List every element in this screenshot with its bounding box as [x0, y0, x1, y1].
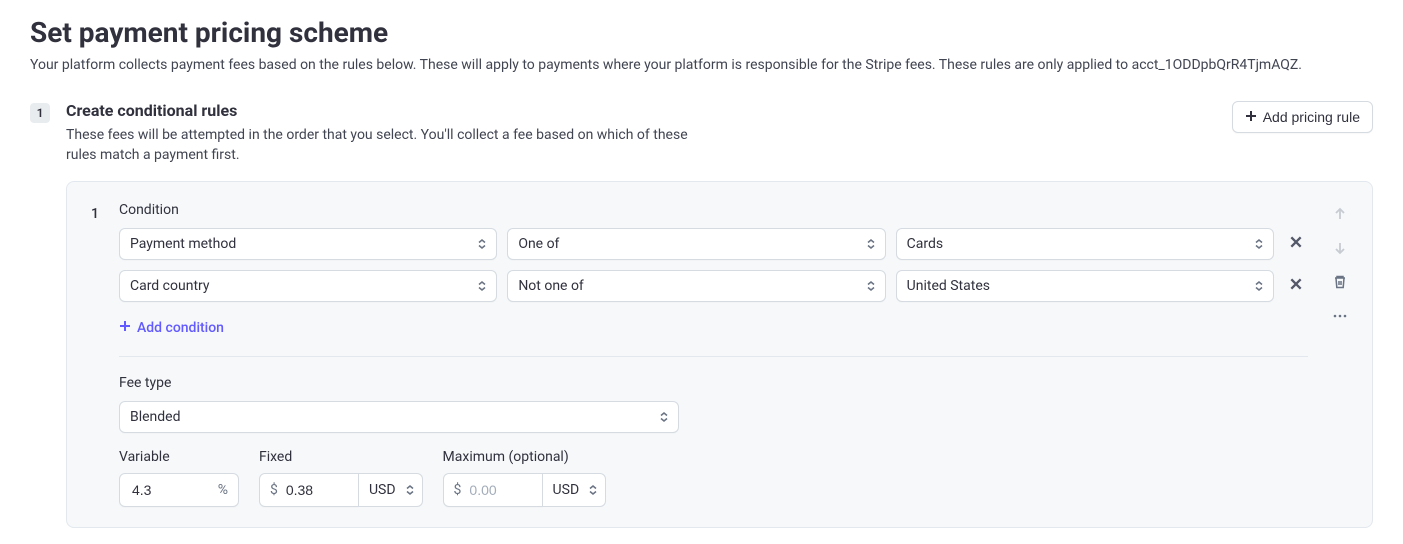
chevron-updown-icon	[865, 280, 877, 292]
condition-value-value: United States	[907, 278, 990, 294]
condition-row: Payment method One of Cards	[119, 228, 1308, 260]
more-horizontal-icon	[1332, 308, 1348, 328]
add-condition-label: Add condition	[137, 320, 224, 336]
remove-condition-button[interactable]	[1284, 274, 1308, 298]
fixed-label: Fixed	[259, 449, 423, 465]
fixed-input[interactable]: $	[259, 473, 359, 507]
trash-icon	[1332, 274, 1348, 294]
condition-row: Card country Not one of United States	[119, 270, 1308, 302]
percent-unit: %	[218, 482, 228, 498]
fixed-currency-select[interactable]: USD	[359, 473, 423, 507]
remove-condition-button[interactable]	[1284, 232, 1308, 256]
condition-operator-select[interactable]: One of	[507, 228, 885, 260]
fixed-value[interactable]	[284, 481, 348, 499]
maximum-value[interactable]	[467, 481, 531, 499]
fee-type-label: Fee type	[119, 375, 1308, 391]
maximum-currency-value: USD	[553, 482, 580, 498]
plus-icon	[1245, 109, 1257, 125]
condition-attribute-select[interactable]: Payment method	[119, 228, 497, 260]
variable-label: Variable	[119, 449, 239, 465]
delete-rule-button[interactable]	[1328, 272, 1352, 296]
step-number-badge: 1	[30, 103, 50, 123]
chevron-updown-icon	[865, 238, 877, 250]
condition-value-select[interactable]: Cards	[896, 228, 1274, 260]
rule-more-button[interactable]	[1328, 306, 1352, 330]
chevron-updown-icon	[476, 280, 488, 292]
fee-type-select[interactable]: Blended	[119, 401, 679, 433]
chevron-updown-icon	[1253, 280, 1265, 292]
plus-icon	[119, 320, 131, 336]
condition-operator-value: One of	[518, 236, 559, 252]
maximum-currency-select[interactable]: USD	[543, 473, 607, 507]
add-condition-button[interactable]: Add condition	[119, 316, 224, 340]
dollar-prefix: $	[270, 482, 278, 498]
fixed-currency-value: USD	[369, 482, 396, 498]
chevron-updown-icon	[587, 484, 599, 496]
close-icon	[1289, 235, 1303, 253]
condition-operator-select[interactable]: Not one of	[507, 270, 885, 302]
chevron-updown-icon	[404, 484, 416, 496]
variable-value[interactable]	[130, 481, 212, 499]
condition-value-select[interactable]: United States	[896, 270, 1274, 302]
condition-attribute-select[interactable]: Card country	[119, 270, 497, 302]
step-description: These fees will be attempted in the orde…	[66, 126, 706, 165]
chevron-updown-icon	[1253, 238, 1265, 250]
close-icon	[1289, 277, 1303, 295]
chevron-updown-icon	[476, 238, 488, 250]
page-title: Set payment pricing scheme	[30, 16, 1373, 49]
rule-action-column	[1328, 202, 1352, 330]
move-rule-up-button[interactable]	[1328, 204, 1352, 228]
step-title: Create conditional rules	[66, 101, 706, 120]
condition-attribute-value: Card country	[130, 278, 210, 294]
condition-value-value: Cards	[907, 236, 943, 252]
page-subtitle: Your platform collects payment fees base…	[30, 57, 1373, 73]
maximum-input[interactable]: $	[443, 473, 543, 507]
condition-section-label: Condition	[119, 202, 1308, 218]
pricing-rule-card: 1 Condition Payment method One of Cards	[66, 181, 1373, 528]
section-divider	[119, 356, 1308, 357]
maximum-label: Maximum (optional)	[443, 449, 607, 465]
condition-attribute-value: Payment method	[130, 236, 236, 252]
add-pricing-rule-button[interactable]: Add pricing rule	[1232, 101, 1373, 133]
arrow-down-icon	[1332, 240, 1348, 260]
add-pricing-rule-label: Add pricing rule	[1263, 109, 1360, 125]
rule-index: 1	[91, 206, 99, 222]
arrow-up-icon	[1332, 206, 1348, 226]
variable-input[interactable]: %	[119, 473, 239, 507]
move-rule-down-button[interactable]	[1328, 238, 1352, 262]
fee-type-value: Blended	[130, 409, 181, 425]
dollar-prefix: $	[454, 482, 462, 498]
condition-operator-value: Not one of	[518, 278, 584, 294]
chevron-updown-icon	[658, 411, 670, 423]
